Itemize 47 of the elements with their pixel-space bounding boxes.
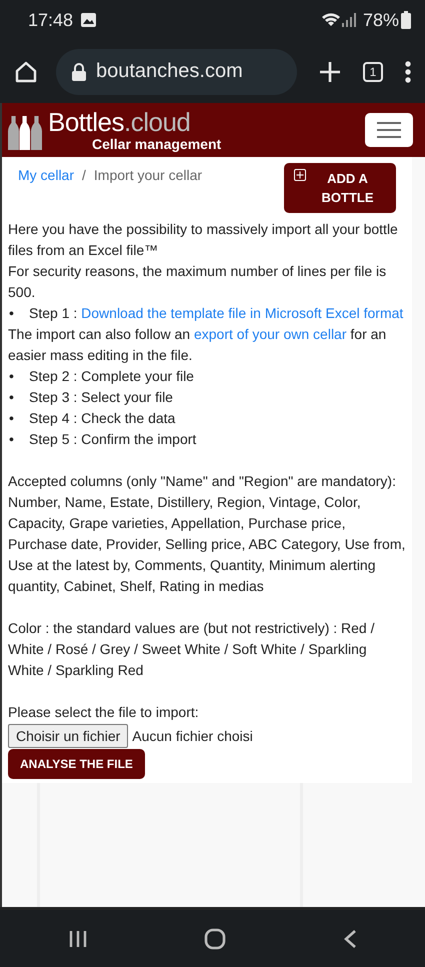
lock-icon: [72, 62, 86, 80]
bullet: •: [8, 430, 15, 449]
signal-icon: [340, 12, 357, 28]
wifi-icon: [320, 12, 341, 28]
back-icon[interactable]: [342, 928, 357, 948]
clock: 17:48: [28, 10, 74, 30]
text-line: Step 5 : Confirm the import: [29, 430, 196, 449]
logo-text: Bottles.cloud: [48, 108, 190, 136]
file-status: Aucun fichier choisi: [132, 726, 253, 746]
breadcrumb-separator: /: [82, 166, 86, 185]
link[interactable]: Download the template file in Microsoft Excel format: [81, 305, 404, 321]
tab-count-button[interactable]: 1: [363, 62, 383, 82]
add-bottle-button[interactable]: ADD A BOTTLE: [284, 163, 396, 213]
image-icon: [81, 13, 96, 27]
recent-apps-icon[interactable]: [68, 930, 88, 948]
text-line: Here you have the possibility to massively import all your bottle files from an Excel file™: [8, 221, 398, 258]
analyse-button[interactable]: ANALYSE THE FILE: [8, 749, 145, 779]
link[interactable]: export of your own cellar: [194, 326, 347, 342]
breadcrumb-link[interactable]: My cellar: [18, 165, 74, 186]
paragraph: Step 1 : Download the template file in Microsoft Excel format: [29, 304, 404, 323]
home-icon[interactable]: [14, 60, 38, 84]
text-line: For security reasons, the maximum number of lines per file is 500.: [8, 263, 386, 300]
paragraph: Color : the standard values are (but not restrictively) : Red / White / Rosé / Grey / Sweet White / Soft White / Sparkling White / Sparkling Red: [8, 620, 374, 678]
bullet: •: [8, 409, 15, 428]
form-label: Please select the file to import:: [8, 704, 199, 720]
text-line: Step 3 : Select your file: [29, 388, 173, 407]
battery-level: 78%: [362, 10, 399, 30]
paragraph: Accepted columns (only "Name" and "Region" are mandatory): Number, Name, Estate, Distillery, Region, Vintage, Color, Capacity, Grape varieties, Appellation, Purchase price, Purchase date, Provider, Selling price, ABC Category, Use from, Use at the latest by, Comments, Quantity, Minimum alerting quantity, Cabinet, Shelf, Rating in medias: [8, 473, 406, 594]
bullet: •: [8, 367, 15, 386]
plus-square-icon: [294, 169, 306, 181]
text-line: Step 2 : Complete your file: [29, 367, 194, 386]
bullet: •: [8, 388, 15, 407]
choose-file-button[interactable]: Choisir un fichier: [8, 724, 128, 748]
battery-icon: [401, 11, 411, 29]
tagline: Cellar management: [92, 137, 222, 152]
bullet: •: [8, 304, 15, 323]
plus-icon[interactable]: [319, 60, 341, 82]
paragraph: The import can also follow an export of your own cellar for an easier mass editing in the file.: [8, 326, 386, 363]
menu-button[interactable]: [365, 113, 413, 147]
bottles-icon: [8, 116, 42, 150]
home-button-icon[interactable]: [204, 928, 226, 950]
text-line: Step 4 : Check the data: [29, 409, 176, 428]
url-text: boutanches.com: [96, 60, 243, 83]
menu-icon: [377, 121, 401, 139]
address-bar[interactable]: boutanches.com: [56, 48, 297, 94]
breadcrumb-current: Import your cellar: [94, 166, 202, 185]
more-icon[interactable]: [405, 60, 411, 82]
